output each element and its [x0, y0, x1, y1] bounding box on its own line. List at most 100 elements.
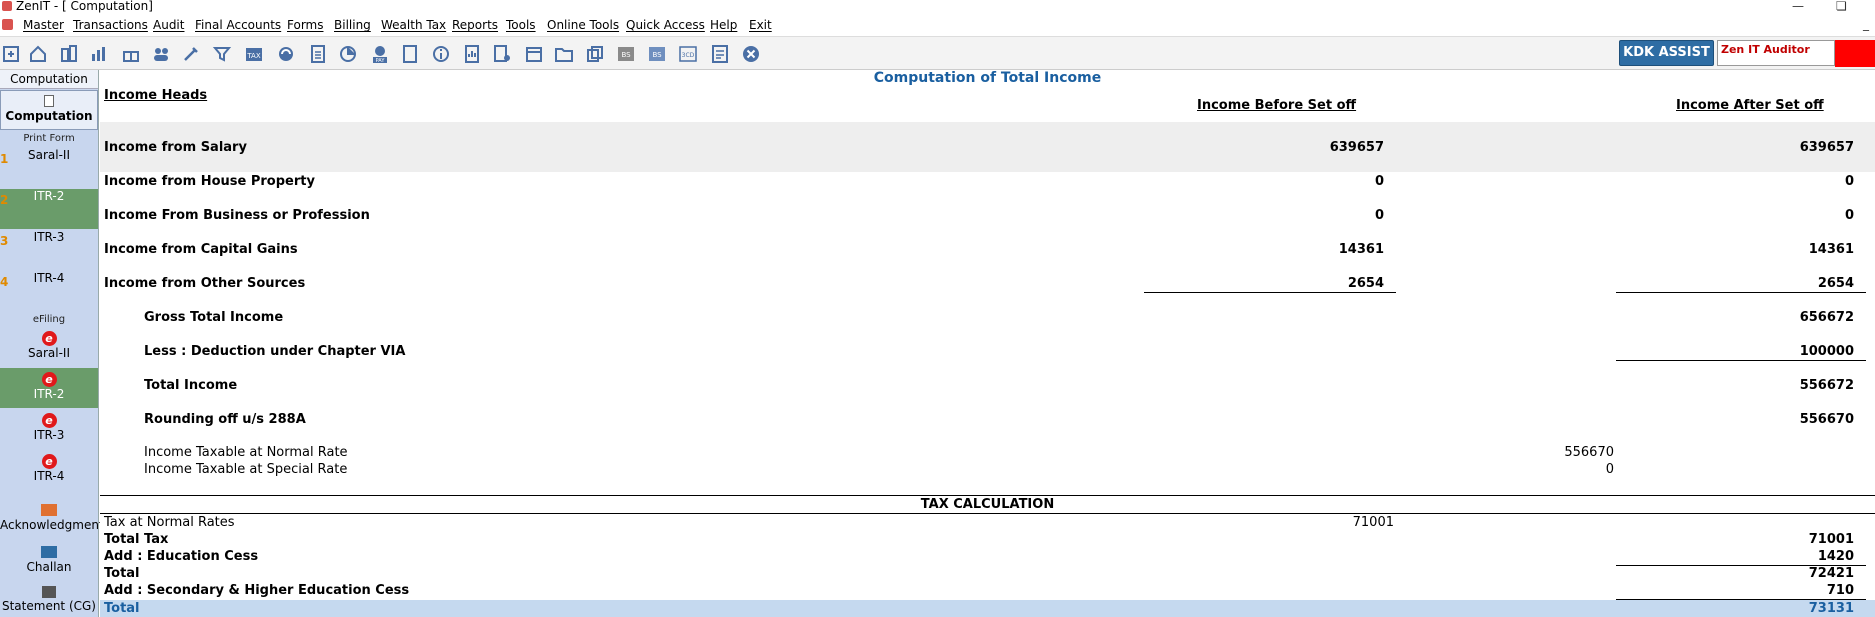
- capital-gains-after: 14361: [1808, 242, 1854, 257]
- sidebar: Computation Computation Print Form 1 Sara…: [0, 70, 104, 617]
- other-sources-after: 2654: [1817, 276, 1854, 291]
- sidebar-item-statement-cg[interactable]: Statement (CG): [0, 584, 98, 617]
- pay-icon[interactable]: PAY: [369, 43, 391, 65]
- report-icon[interactable]: [461, 43, 483, 65]
- home-icon[interactable]: [27, 43, 49, 65]
- menu-audit[interactable]: Audit: [153, 18, 184, 32]
- gross-total-income-label: Gross Total Income: [144, 310, 284, 325]
- gift-icon[interactable]: [120, 43, 142, 65]
- education-cess-label: Add : Education Cess: [104, 549, 259, 564]
- other-sources-before: 2654: [1347, 276, 1384, 291]
- menu-master[interactable]: Master: [23, 18, 64, 32]
- income-heads-label: Income Heads: [104, 88, 208, 103]
- copy-icon[interactable]: [584, 43, 606, 65]
- form-number: 1: [0, 152, 9, 166]
- sidebar-item-label: Acknowledgment: [0, 518, 104, 532]
- rounding-value: 556670: [1799, 412, 1854, 427]
- globe-icon[interactable]: [275, 43, 297, 65]
- kdk-assist-button[interactable]: KDK ASSIST: [1619, 40, 1714, 66]
- tools-icon[interactable]: [180, 43, 202, 65]
- business-after: 0: [1844, 208, 1854, 223]
- sidebar-item-print-itr-4[interactable]: 4 ITR-4: [0, 271, 98, 311]
- 3cd-icon[interactable]: 3CD: [677, 43, 699, 65]
- form-icon[interactable]: [709, 43, 731, 65]
- income-head-house-property: Income from House Property: [104, 174, 315, 189]
- info-icon[interactable]: [430, 43, 452, 65]
- taxable-normal-value: 556670: [1564, 445, 1614, 460]
- deduction-line: [1616, 360, 1866, 361]
- menu-reports[interactable]: Reports: [452, 18, 498, 32]
- menu-online-tools[interactable]: Online Tools: [547, 18, 619, 32]
- filter-icon[interactable]: [211, 43, 233, 65]
- menu-exit[interactable]: Exit: [749, 18, 772, 32]
- sidebar-item-efiling-itr-4[interactable]: e ITR-4: [0, 450, 98, 490]
- total-income-label: Total Income: [144, 378, 238, 393]
- education-cess-value: 1420: [1817, 549, 1854, 564]
- sidebar-item-efiling-itr-3[interactable]: e ITR-3: [0, 409, 98, 449]
- income-head-capital-gains: Income from Capital Gains: [104, 242, 298, 257]
- user-report-icon[interactable]: [491, 43, 513, 65]
- menu-help[interactable]: Help: [710, 18, 737, 32]
- grand-total-value: 73131: [1808, 601, 1854, 616]
- grand-total-row[interactable]: [100, 600, 1875, 617]
- income-head-salary: Income from Salary: [104, 140, 247, 155]
- menu-tools[interactable]: Tools: [506, 18, 536, 32]
- minimize-icon[interactable]: —: [1792, 0, 1804, 12]
- menu-forms[interactable]: Forms: [287, 18, 323, 32]
- bs-sch-icon[interactable]: BS: [646, 43, 668, 65]
- pie-chart-icon[interactable]: [337, 43, 359, 65]
- import-icon[interactable]: [0, 43, 22, 65]
- column-header-before: Income Before Set off: [1197, 98, 1357, 113]
- menu-quick-access[interactable]: Quick Access: [626, 18, 705, 32]
- sidebar-item-print-saral-ii[interactable]: 1 Saral-II: [0, 148, 98, 188]
- tax-icon[interactable]: TAX: [243, 43, 265, 65]
- users-icon[interactable]: [150, 43, 172, 65]
- form-number: 3: [0, 234, 9, 248]
- menu-transactions[interactable]: Transactions: [73, 18, 148, 32]
- svg-text:3CD: 3CD: [682, 52, 695, 59]
- child-minimize-icon[interactable]: _: [1863, 17, 1869, 31]
- bs-icon[interactable]: BS: [615, 43, 637, 65]
- tax-normal-label: Tax at Normal Rates: [104, 515, 235, 530]
- folder-add-icon[interactable]: [553, 43, 575, 65]
- toolbar: TAX PAY BS BS 3CD: [0, 36, 1875, 70]
- secondary-cess-label: Add : Secondary & Higher Education Cess: [104, 583, 410, 598]
- sidebar-item-computation[interactable]: Computation: [0, 90, 98, 130]
- svg-text:BS: BS: [652, 51, 662, 59]
- sidebar-item-efiling-itr-2[interactable]: e ITR-2: [0, 368, 98, 408]
- menu-wealth-tax[interactable]: Wealth Tax: [381, 18, 446, 32]
- sidebar-item-efiling-saral-ii[interactable]: e Saral-II: [0, 327, 98, 367]
- bar-chart-icon[interactable]: [88, 43, 110, 65]
- app-icon: [2, 1, 12, 11]
- book-icon[interactable]: [399, 43, 421, 65]
- total-income-value: 556672: [1799, 378, 1854, 393]
- calculator-icon[interactable]: [307, 43, 329, 65]
- salary-after: 639657: [1799, 140, 1854, 155]
- tax-calculation-title: TAX CALCULATION: [920, 497, 1055, 512]
- menu-final-accounts[interactable]: Final Accounts: [195, 18, 281, 32]
- menu-billing[interactable]: Billing: [334, 18, 371, 32]
- efiling-icon: e: [41, 454, 57, 469]
- column-header-after: Income After Set off: [1676, 98, 1824, 113]
- calendar-icon[interactable]: [523, 43, 545, 65]
- menu-bar: Master Transactions Audit Final Accounts…: [0, 16, 1875, 34]
- buildings-icon[interactable]: [58, 43, 80, 65]
- acknowledgment-icon: [41, 504, 57, 516]
- zen-it-auditor-field[interactable]: Zen IT Auditor: [1717, 40, 1835, 66]
- header-band: [100, 122, 1875, 172]
- page-title: Computation of Total Income: [873, 70, 1102, 86]
- sidebar-item-challan[interactable]: Challan: [0, 544, 98, 584]
- efiling-section: eFiling: [32, 314, 66, 325]
- sidebar-item-label: ITR-3: [33, 230, 65, 244]
- efiling-icon: e: [41, 413, 57, 428]
- income-head-other-sources: Income from Other Sources: [104, 276, 306, 291]
- sidebar-item-print-itr-2[interactable]: 2 ITR-2: [0, 189, 98, 229]
- sidebar-item-print-itr-3[interactable]: 3 ITR-3: [0, 230, 98, 270]
- sidebar-item-acknowledgment[interactable]: Acknowledgment: [0, 502, 104, 544]
- close-circle-icon[interactable]: [740, 43, 762, 65]
- restore-icon[interactable]: ❏: [1836, 0, 1847, 12]
- sidebar-item-label: ITR-2: [33, 387, 65, 401]
- print-form-section: Print Form: [23, 133, 75, 144]
- total-tax-value: 71001: [1808, 532, 1854, 547]
- sidebar-item-label: ITR-4: [33, 469, 65, 483]
